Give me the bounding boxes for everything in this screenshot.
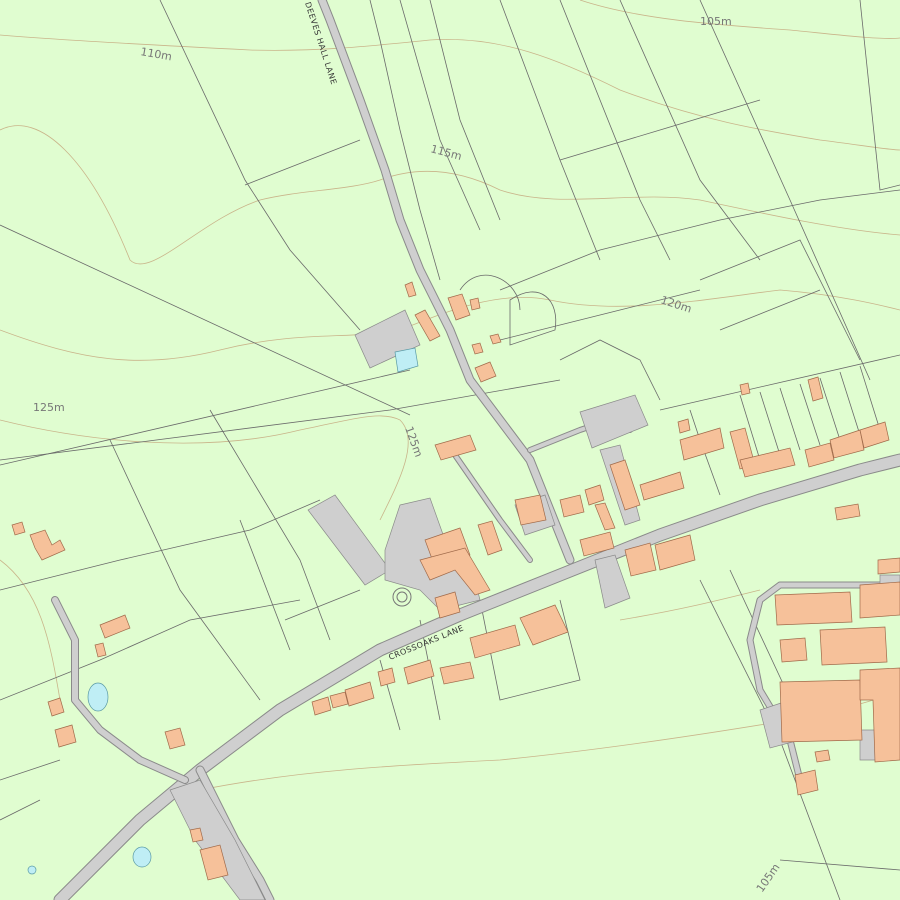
- map-canvas[interactable]: 105m 110m 115m 120m 125m 125m 105m DEEVE…: [0, 0, 900, 900]
- west-pond: [87, 682, 109, 712]
- contour-label-125-left: 125m: [33, 401, 65, 414]
- south-pond: [132, 846, 152, 868]
- small-pond: [27, 865, 37, 875]
- contour-label-105-top: 105m: [700, 15, 732, 28]
